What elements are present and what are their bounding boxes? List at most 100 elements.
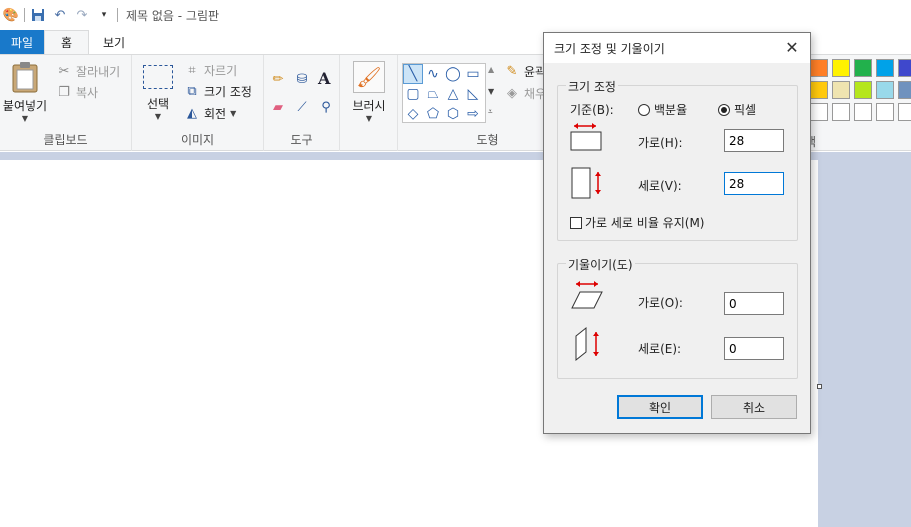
vertical-input[interactable] — [724, 172, 784, 195]
expand-gallery-icon[interactable]: ⩡ — [488, 107, 493, 117]
fill-bucket-icon[interactable]: ⛁ — [294, 71, 310, 87]
color-swatch[interactable] — [876, 81, 894, 99]
color-swatch[interactable] — [854, 59, 872, 77]
pentagon-shape-icon[interactable]: ⬠ — [423, 104, 443, 124]
keep-aspect-checkbox[interactable]: 가로 세로 비율 유지(M) — [570, 214, 704, 231]
resize-fieldset: 크기 조정 기준(B): 백분율 픽셀 가로(H): 세로(V): 가로 세로 … — [557, 78, 798, 241]
tab-home[interactable]: 홈 — [44, 30, 89, 54]
separator — [117, 8, 118, 22]
ok-button[interactable]: 확인 — [617, 395, 703, 419]
select-label: 선택 — [146, 97, 170, 111]
percent-radio[interactable]: 백분율 — [638, 101, 687, 118]
color-swatch[interactable] — [898, 103, 911, 121]
brush-icon: 🖌 — [353, 61, 385, 93]
skew-vertical-input[interactable] — [724, 337, 784, 360]
rotate-icon: ◭ — [187, 106, 197, 121]
text-tool-icon[interactable]: A — [318, 69, 330, 88]
resize-label: 크기 조정 — [204, 85, 252, 99]
tab-file[interactable]: 파일 — [0, 30, 44, 54]
brushes-label: 브러시 — [352, 99, 386, 113]
skew-legend: 기울이기(도) — [566, 256, 635, 273]
cut-button[interactable]: ✂ 잘라내기 — [56, 63, 121, 80]
clipboard-icon — [12, 62, 38, 93]
crop-button[interactable]: ⌗ 자르기 — [184, 62, 237, 79]
pixel-radio[interactable]: 픽셀 — [718, 101, 756, 118]
tab-view[interactable]: 보기 — [89, 30, 139, 54]
clipboard-group-label: 클립보드 — [43, 133, 88, 147]
resize-legend: 크기 조정 — [566, 78, 618, 95]
magnifier-icon[interactable]: ⚲ — [318, 99, 334, 115]
redo-icon[interactable]: ↷ — [73, 6, 91, 24]
color-swatch[interactable] — [876, 59, 894, 77]
close-icon[interactable]: ✕ — [782, 38, 802, 57]
copy-button[interactable]: ❐ 복사 — [56, 84, 98, 101]
scroll-down-icon[interactable]: ▼ — [488, 87, 494, 96]
scroll-up-icon[interactable]: ▲ — [488, 65, 494, 74]
color-picker-icon[interactable]: ⟋ — [294, 99, 310, 115]
brushes-group: 🖌 브러시 ▼ — [340, 55, 398, 151]
paint-app-icon[interactable]: 🎨 — [2, 6, 20, 24]
chevron-down-icon: ▼ — [21, 114, 29, 123]
resize-button[interactable]: ⧉ 크기 조정 — [184, 83, 252, 100]
oval-shape-icon[interactable]: ◯ — [443, 64, 463, 84]
select-button[interactable]: 선택 ▼ — [138, 65, 178, 121]
resize-skew-dialog: 크기 조정 및 기울이기 ✕ 크기 조정 기준(B): 백분율 픽셀 가로(H)… — [543, 32, 811, 434]
arrow-shape-icon[interactable]: ⇨ — [463, 104, 483, 124]
dialog-title-bar: 크기 조정 및 기울이기 ✕ — [544, 33, 810, 63]
curve-shape-icon[interactable]: ∿ — [423, 64, 443, 84]
vertical-resize-icon — [571, 167, 601, 199]
customize-toolbar-icon[interactable]: ▾ — [95, 6, 113, 24]
save-icon[interactable] — [29, 6, 47, 24]
copy-label: 복사 — [76, 86, 99, 100]
color-swatch[interactable] — [832, 59, 850, 77]
triangle-shape-icon[interactable]: △ — [443, 84, 463, 104]
eraser-icon[interactable]: ▰ — [270, 99, 286, 115]
fill-button[interactable]: ◈ 채우 — [504, 85, 546, 102]
outline-icon: ✎ — [506, 64, 518, 79]
color-swatch[interactable] — [810, 59, 828, 77]
crop-icon: ⌗ — [188, 63, 196, 78]
color-swatch[interactable] — [810, 103, 828, 121]
pencil-icon[interactable]: ✏ — [270, 71, 286, 87]
color-swatch[interactable] — [898, 81, 911, 99]
color-palette — [810, 59, 911, 123]
cancel-button[interactable]: 취소 — [711, 395, 797, 419]
keep-aspect-label: 가로 세로 비율 유지(M) — [585, 216, 705, 230]
scissors-icon: ✂ — [58, 64, 70, 79]
vertical-skew-icon — [575, 326, 599, 362]
hexagon-shape-icon[interactable]: ⬡ — [443, 104, 463, 124]
polygon-shape-icon[interactable]: ⏢ — [423, 84, 443, 104]
diamond-shape-icon[interactable]: ◇ — [403, 104, 423, 124]
line-shape-icon[interactable]: ╲ — [403, 64, 423, 84]
skew-horizontal-input[interactable] — [724, 292, 784, 315]
rotate-button[interactable]: ◭ 회전 ▼ — [184, 105, 236, 122]
vertical-label: 세로(V): — [638, 179, 682, 193]
color-swatch[interactable] — [898, 59, 911, 77]
shapes-gallery: ╲ ∿ ◯ ▭ ▢ ⏢ △ ◺ ◇ ⬠ ⬡ ⇨ — [402, 63, 486, 123]
selection-rectangle-icon — [143, 65, 173, 89]
pixel-label: 픽셀 — [734, 103, 757, 117]
horizontal-skew-icon — [571, 281, 603, 309]
rounded-rectangle-shape-icon[interactable]: ▢ — [403, 84, 423, 104]
percent-label: 백분율 — [654, 103, 688, 117]
paste-button[interactable]: 붙여넣기 ▼ — [0, 61, 50, 123]
chevron-down-icon: ▼ — [154, 112, 162, 121]
canvas-resize-handle[interactable] — [817, 384, 822, 389]
color-swatch[interactable] — [810, 81, 828, 99]
outline-button[interactable]: ✎ 윤곽 — [504, 63, 547, 80]
color-swatch[interactable] — [854, 103, 872, 121]
separator — [24, 8, 25, 22]
color-swatch[interactable] — [832, 103, 850, 121]
checkbox-box — [570, 216, 582, 229]
color-swatch[interactable] — [876, 103, 894, 121]
color-swatch[interactable] — [832, 81, 850, 99]
rotate-label: 회전 — [204, 107, 227, 121]
rectangle-shape-icon[interactable]: ▭ — [463, 64, 483, 84]
undo-icon[interactable]: ↶ — [51, 6, 69, 24]
chevron-down-icon: ▼ — [230, 109, 237, 118]
tools-group-label: 도구 — [290, 133, 313, 147]
brushes-button[interactable]: 🖌 브러시 ▼ — [348, 61, 390, 123]
color-swatch[interactable] — [854, 81, 872, 99]
horizontal-input[interactable] — [724, 129, 784, 152]
right-triangle-shape-icon[interactable]: ◺ — [463, 84, 483, 104]
